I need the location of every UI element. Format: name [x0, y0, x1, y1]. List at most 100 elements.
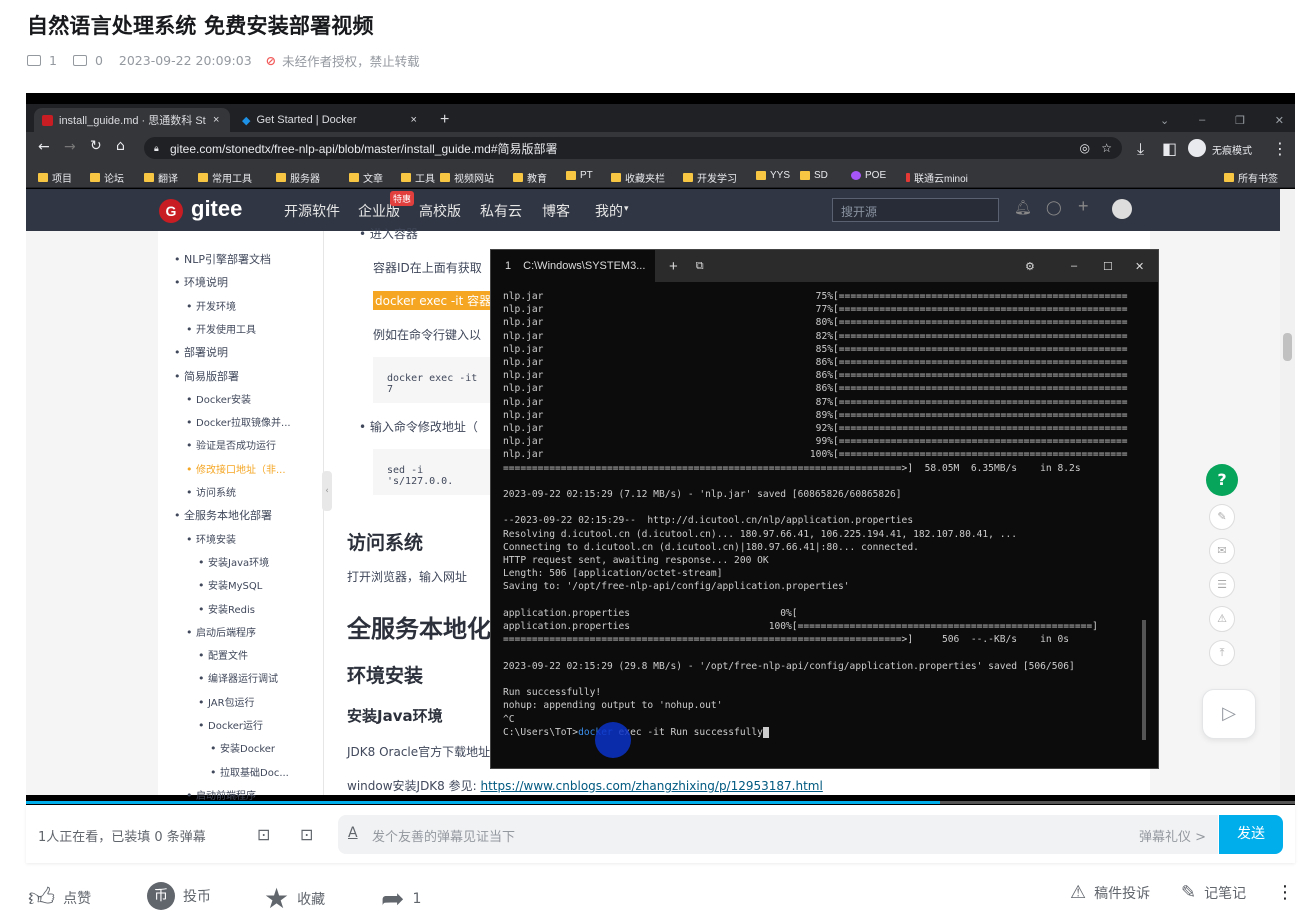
bookmark-item[interactable]: 工具: [401, 170, 435, 185]
close-icon[interactable]: ✕: [1135, 260, 1144, 273]
bookmark-item[interactable]: 常用工具: [198, 170, 252, 185]
browser-tab-install-guide[interactable]: install_guide.md · 思通数科 St ×: [34, 108, 230, 132]
bookmark-item[interactable]: 教育: [513, 170, 547, 185]
danmaku-toggle-icon[interactable]: ⊡: [257, 825, 270, 844]
more-menu-icon[interactable]: ⋮: [1276, 882, 1294, 903]
toc-item[interactable]: • 安装Redis: [198, 601, 255, 616]
home-icon[interactable]: ⌂: [116, 138, 125, 154]
report-icon[interactable]: ⚠: [1209, 606, 1235, 632]
bookmark-item[interactable]: 视频网站: [440, 170, 494, 185]
bookmark-item[interactable]: YYS: [756, 170, 790, 181]
toc-item[interactable]: • 安装MySQL: [198, 577, 262, 592]
note-button[interactable]: ✎ 记笔记: [1181, 882, 1246, 903]
toc-item[interactable]: • Docker运行: [198, 717, 263, 732]
toc-item[interactable]: • 修改接口地址（非...: [186, 461, 286, 476]
toc-item[interactable]: • 验证是否成功运行: [186, 437, 276, 452]
bell-icon[interactable]: 🔔︎: [1014, 199, 1032, 216]
bookmark-item[interactable]: 翻译: [144, 170, 178, 185]
nav-private-cloud[interactable]: 私有云: [480, 201, 522, 221]
page-scrollbar[interactable]: [1280, 189, 1295, 795]
danmaku-etiquette-link[interactable]: 弹幕礼仪 >: [1139, 826, 1206, 845]
maximize-icon[interactable]: ☐: [1103, 260, 1113, 273]
toc-item[interactable]: • 启动后端程序: [186, 624, 256, 639]
bookmark-item[interactable]: SD: [800, 170, 828, 181]
bookmark-item[interactable]: 收藏夹栏: [611, 170, 665, 185]
toc-item[interactable]: • 安装Docker: [210, 740, 275, 755]
like-button[interactable]: 👍︎ 点赞: [28, 882, 91, 913]
terminal-scrollbar[interactable]: [1142, 620, 1146, 740]
jdk-link[interactable]: https://www.cnblogs.com/zhangzhixing/p/1…: [481, 779, 823, 793]
incognito-avatar-icon[interactable]: [1188, 139, 1206, 157]
toc-item[interactable]: • 全服务本地化部署: [174, 507, 272, 523]
bookmark-item[interactable]: 项目: [38, 170, 72, 185]
plus-icon[interactable]: +: [1078, 196, 1089, 217]
settings-icon[interactable]: ⚙: [1025, 260, 1035, 273]
video-player[interactable]: install_guide.md · 思通数科 St × ◆ Get Start…: [26, 93, 1295, 805]
terminal-tab[interactable]: 1 C:\Windows\SYSTEM3...: [491, 250, 655, 282]
toc-item[interactable]: • JAR包运行: [198, 694, 255, 709]
bookmark-item[interactable]: PT: [566, 170, 593, 181]
gitee-search-input[interactable]: 搜开源: [832, 198, 999, 222]
toc-item[interactable]: • 简易版部署: [174, 368, 239, 384]
dropdown-icon[interactable]: ⧉: [696, 260, 704, 273]
share-button[interactable]: ➦ 1: [381, 882, 421, 915]
new-tab-icon[interactable]: +: [432, 108, 462, 132]
toc-item[interactable]: • 编译器运行调试: [198, 670, 278, 685]
location-icon[interactable]: ◯: [1046, 199, 1062, 216]
restore-icon[interactable]: ❐: [1235, 114, 1245, 127]
all-bookmarks[interactable]: 所有书签: [1224, 170, 1278, 185]
scrollbar-thumb[interactable]: [1283, 333, 1292, 361]
bookmark-item[interactable]: 开发学习: [683, 170, 737, 185]
minimize-icon[interactable]: –: [1199, 114, 1205, 126]
toc-item[interactable]: • 开发环境: [186, 298, 236, 313]
bookmark-item[interactable]: 服务器: [276, 170, 320, 185]
toc-item[interactable]: • Docker拉取镜像并...: [186, 414, 291, 429]
toc-item[interactable]: • 环境说明: [174, 274, 228, 290]
mail-icon[interactable]: ✉: [1209, 538, 1235, 564]
sidepanel-icon[interactable]: ◧: [1162, 139, 1177, 158]
download-icon[interactable]: ⤓: [1137, 139, 1144, 159]
bookmark-item[interactable]: 联通云minoi: [906, 170, 968, 185]
toc-item[interactable]: • 开发使用工具: [186, 321, 256, 336]
danmaku-input[interactable]: A 发个友善的弹幕见证当下 弹幕礼仪 >: [338, 815, 1218, 854]
toc-item[interactable]: • 拉取基础Doc...: [210, 764, 289, 779]
nav-university[interactable]: 高校版: [419, 201, 461, 221]
toc-item[interactable]: • 部署说明: [174, 344, 228, 360]
help-icon[interactable]: ?: [1206, 464, 1238, 496]
star-icon[interactable]: ☆: [1101, 141, 1112, 155]
close-window-icon[interactable]: ✕: [1275, 114, 1284, 127]
close-icon[interactable]: ×: [410, 114, 416, 126]
menu-icon[interactable]: ⋮: [1272, 139, 1288, 158]
toc-item[interactable]: • NLP引擎部署文档: [174, 251, 271, 267]
back-icon[interactable]: ←: [38, 139, 50, 155]
edit-icon[interactable]: ✎: [1209, 504, 1235, 530]
nav-blog[interactable]: 博客: [542, 201, 570, 221]
text-style-icon[interactable]: A: [348, 825, 358, 841]
top-icon[interactable]: ⤒: [1209, 640, 1235, 666]
video-progress-bar[interactable]: [26, 801, 1295, 804]
favorite-button[interactable]: ★ 收藏: [264, 882, 325, 915]
bookmark-item[interactable]: POE: [851, 170, 886, 181]
danmaku-settings-icon[interactable]: ⊡: [300, 825, 313, 844]
minimize-icon[interactable]: –: [1071, 260, 1077, 272]
reload-icon[interactable]: ↻: [90, 138, 102, 154]
toc-item[interactable]: • 安装Java环境: [198, 554, 269, 569]
toc-item[interactable]: • Docker安装: [186, 391, 251, 406]
bookmark-item[interactable]: 文章: [349, 170, 383, 185]
report-button[interactable]: ⚠ 稿件投诉: [1070, 882, 1150, 903]
toc-item[interactable]: • 启动前端程序: [186, 787, 256, 802]
gitee-logo-icon[interactable]: G: [159, 199, 183, 223]
toc-item[interactable]: • 环境安装: [186, 531, 236, 546]
address-bar[interactable]: 🔒︎ gitee.com/stonedtx/free-nlp-api/blob/…: [144, 137, 1122, 159]
comment-icon[interactable]: ☰: [1209, 572, 1235, 598]
toc-item[interactable]: • 配置文件: [198, 647, 248, 662]
toc-item[interactable]: • 访问系统: [186, 484, 236, 499]
tab-search-icon[interactable]: ⌄: [1160, 114, 1169, 127]
forward-icon[interactable]: →: [64, 139, 76, 155]
eye-off-icon[interactable]: ◎: [1080, 141, 1090, 155]
nav-open-source[interactable]: 开源软件: [284, 201, 340, 221]
gitee-logo-text[interactable]: gitee: [191, 196, 242, 222]
send-button[interactable]: 发送: [1219, 815, 1283, 854]
video-replay-icon[interactable]: ▷: [1202, 689, 1256, 739]
nav-mine[interactable]: 我的: [595, 201, 623, 221]
